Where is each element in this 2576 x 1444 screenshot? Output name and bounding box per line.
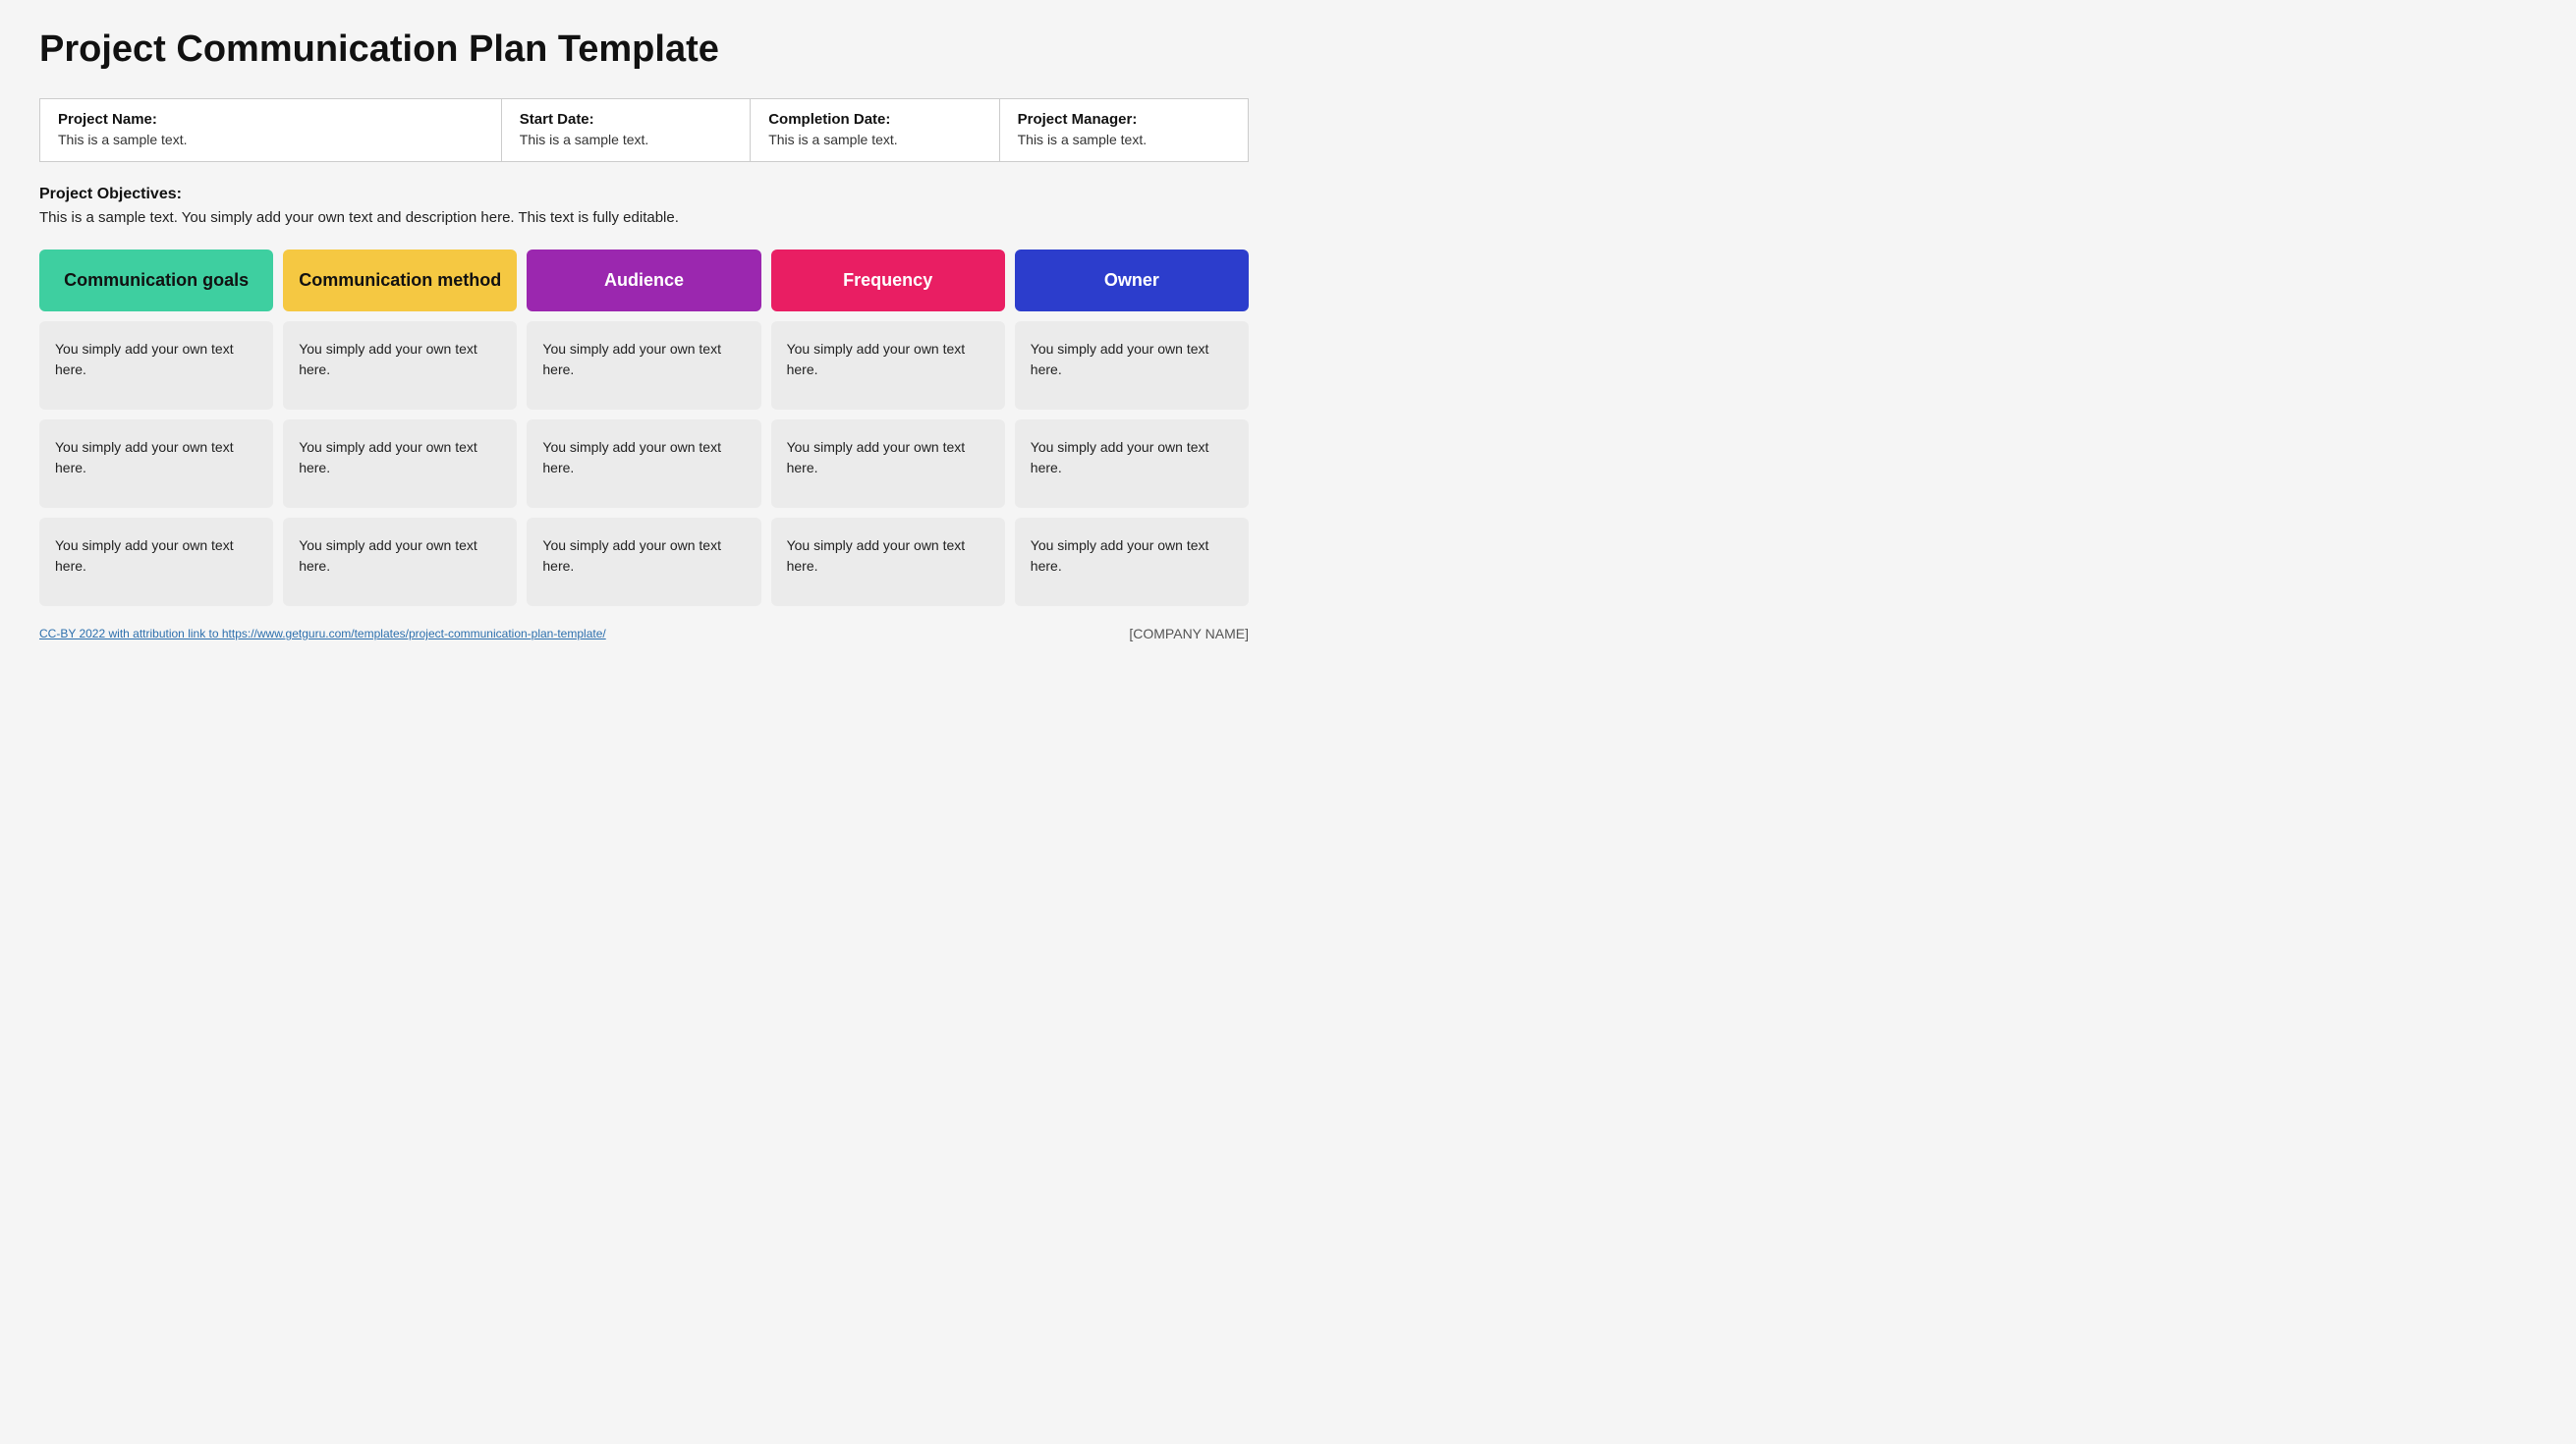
project-manager-value: This is a sample text.: [1018, 132, 1148, 147]
cell-row2-audience: You simply add your own text here.: [527, 518, 760, 606]
meta-start-date: Start Date: This is a sample text.: [502, 99, 751, 161]
cell-row1-frequency: You simply add your own text here.: [771, 419, 1005, 508]
objectives-label: Project Objectives:: [39, 186, 1249, 203]
cell-row2-method: You simply add your own text here.: [283, 518, 517, 606]
start-date-value: This is a sample text.: [520, 132, 649, 147]
project-name-value: This is a sample text.: [58, 132, 188, 147]
cell-row1-method: You simply add your own text here.: [283, 419, 517, 508]
cell-row1-owner: You simply add your own text here.: [1015, 419, 1249, 508]
page-title: Project Communication Plan Template: [39, 29, 1249, 71]
cell-row0-owner: You simply add your own text here.: [1015, 321, 1249, 410]
cell-row0-goals: You simply add your own text here.: [39, 321, 273, 410]
communication-table: Communication goals Communication method…: [39, 250, 1249, 606]
objectives-text: This is a sample text. You simply add yo…: [39, 209, 1249, 226]
cell-row1-goals: You simply add your own text here.: [39, 419, 273, 508]
completion-date-label: Completion Date:: [768, 111, 980, 128]
objectives-section: Project Objectives: This is a sample tex…: [39, 186, 1249, 226]
meta-completion-date: Completion Date: This is a sample text.: [751, 99, 999, 161]
meta-project-name: Project Name: This is a sample text.: [40, 99, 502, 161]
cell-row1-audience: You simply add your own text here.: [527, 419, 760, 508]
footer-link[interactable]: CC-BY 2022 with attribution link to http…: [39, 627, 606, 640]
meta-section: Project Name: This is a sample text. Sta…: [39, 98, 1249, 162]
cell-row2-owner: You simply add your own text here.: [1015, 518, 1249, 606]
footer: CC-BY 2022 with attribution link to http…: [39, 626, 1249, 641]
header-audience: Audience: [527, 250, 760, 311]
cell-row0-frequency: You simply add your own text here.: [771, 321, 1005, 410]
footer-company-name: [COMPANY NAME]: [1129, 626, 1249, 641]
header-owner: Owner: [1015, 250, 1249, 311]
cell-row0-method: You simply add your own text here.: [283, 321, 517, 410]
header-goals: Communication goals: [39, 250, 273, 311]
header-method: Communication method: [283, 250, 517, 311]
project-name-label: Project Name:: [58, 111, 483, 128]
cell-row0-audience: You simply add your own text here.: [527, 321, 760, 410]
completion-date-value: This is a sample text.: [768, 132, 898, 147]
start-date-label: Start Date:: [520, 111, 732, 128]
cell-row2-goals: You simply add your own text here.: [39, 518, 273, 606]
meta-project-manager: Project Manager: This is a sample text.: [1000, 99, 1248, 161]
cell-row2-frequency: You simply add your own text here.: [771, 518, 1005, 606]
header-frequency: Frequency: [771, 250, 1005, 311]
project-manager-label: Project Manager:: [1018, 111, 1230, 128]
